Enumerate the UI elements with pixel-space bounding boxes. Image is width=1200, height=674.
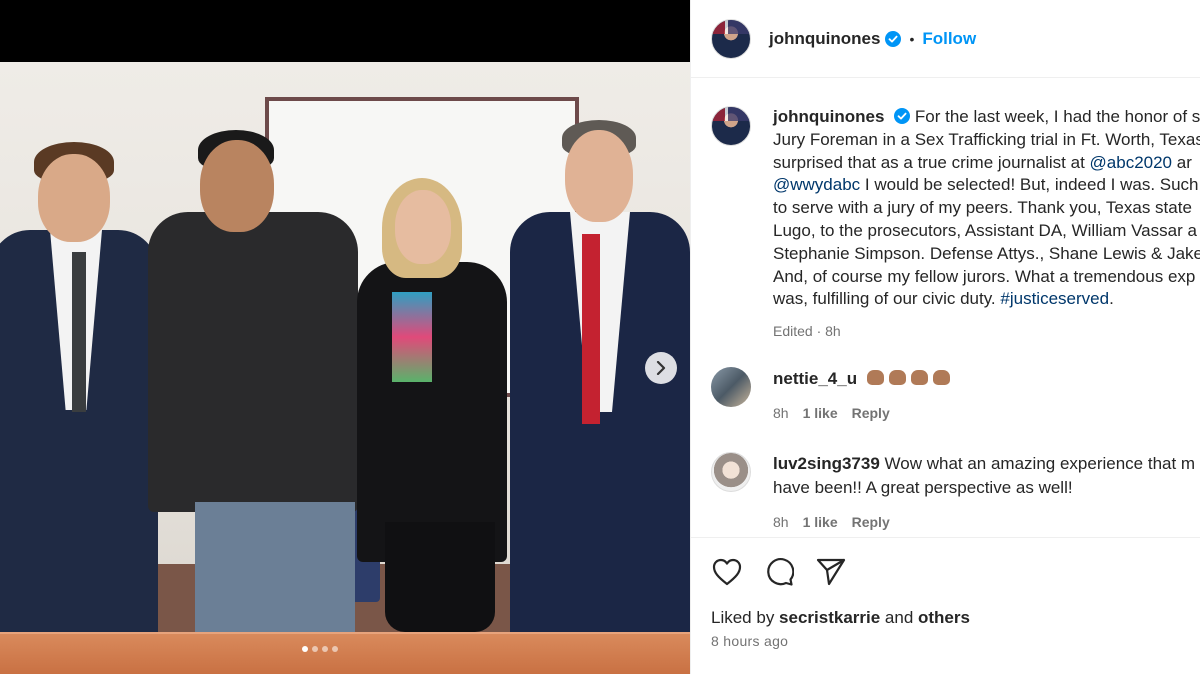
photo-table [0, 632, 690, 674]
author-username[interactable]: johnquinones [769, 29, 880, 49]
post-actions: Liked by secristkarrie and others 8 hour… [691, 537, 1200, 674]
mention-link[interactable]: @wwydabc [773, 175, 860, 194]
carousel-indicators [302, 646, 338, 652]
post-photo [0, 62, 690, 674]
comment-time: 8h [773, 514, 789, 530]
clapping-hands-icon [888, 370, 906, 385]
carousel-dot [322, 646, 328, 652]
post-media[interactable] [0, 0, 690, 674]
caption-line: I would be selected! But, indeed I was. … [864, 175, 1199, 195]
like-button[interactable] [711, 556, 743, 588]
comment-meta: 8h 1 like Reply [773, 401, 950, 425]
clapping-hands-icon [910, 370, 928, 385]
share-icon [816, 558, 846, 586]
mention-link[interactable]: @abc2020 [1090, 153, 1173, 172]
reply-button[interactable]: Reply [852, 401, 890, 425]
liked-by-middle: and [880, 608, 918, 627]
verified-badge-icon [894, 108, 911, 124]
comment-body: luv2sing3739 Wow what an amazing experie… [773, 452, 1195, 534]
comment-likes[interactable]: 1 like [803, 401, 838, 425]
post-timestamp[interactable]: 8 hours ago [711, 633, 788, 649]
media-letterbox [0, 0, 690, 62]
chevron-right-icon [656, 361, 666, 375]
caption-text: johnquinones For the last week, I had th… [773, 106, 1200, 343]
carousel-dot [302, 646, 308, 652]
caption-line: Lugo, to the prosecutors, Assistant DA, … [773, 220, 1197, 240]
comment-item: nettie_4_u 8h 1 like Reply [711, 367, 1200, 425]
commenter-avatar[interactable] [711, 367, 751, 407]
author-avatar[interactable] [711, 18, 751, 59]
caption-fragment: ar [1172, 152, 1192, 172]
liked-by-user[interactable]: secristkarrie [779, 608, 880, 627]
header-separator: • [909, 30, 915, 47]
comment-meta: 8h 1 like Reply [773, 510, 1195, 534]
comment-likes[interactable]: 1 like [803, 510, 838, 534]
heart-icon [712, 558, 742, 586]
commenter-avatar[interactable] [711, 452, 751, 492]
comment-button[interactable] [763, 556, 795, 588]
comment-text: have been!! A great perspective as well! [773, 478, 1073, 497]
caption-line: Jury Foreman in a Sex Trafficking trial … [773, 129, 1200, 149]
post-header: johnquinones • Follow [691, 0, 1200, 78]
comment-time: 8h [773, 405, 789, 421]
commenter-username[interactable]: nettie_4_u [773, 369, 857, 388]
reply-button[interactable]: Reply [852, 510, 890, 534]
caption-edited: Edited · 8h [773, 323, 841, 340]
caption-username[interactable]: johnquinones [773, 107, 884, 126]
carousel-dot [332, 646, 338, 652]
caption-avatar[interactable] [711, 106, 751, 146]
action-icons [711, 556, 847, 588]
share-button[interactable] [815, 556, 847, 588]
caption-line: Stephanie Simpson. Defense Attys., Shane… [773, 243, 1200, 263]
verified-badge-icon [885, 30, 902, 47]
clapping-hands-icon [932, 370, 950, 385]
hashtag-link[interactable]: #justiceserved [1000, 289, 1109, 308]
comment-body: nettie_4_u 8h 1 like Reply [773, 367, 950, 425]
comment-item: luv2sing3739 Wow what an amazing experie… [711, 452, 1200, 534]
caption-line: was, fulfilling of our civic duty. [773, 289, 1001, 309]
comment-text: Wow what an amazing experience that m [884, 454, 1196, 473]
caption-fragment: . [1109, 289, 1114, 309]
comment-icon [767, 558, 794, 586]
clapping-hands-icon [866, 370, 884, 385]
liked-by-prefix: Liked by [711, 608, 780, 627]
caption-line: For the last week, I had the honor of s [914, 107, 1200, 126]
caption-line: to serve with a jury of my peers. Thank … [773, 198, 1192, 218]
liked-by-others[interactable]: others [918, 608, 970, 627]
follow-button[interactable]: Follow [922, 29, 976, 49]
post-caption: johnquinones For the last week, I had th… [711, 106, 1200, 343]
caption-line: And, of course my fellow jurors. What a … [773, 266, 1196, 286]
carousel-next-button[interactable] [645, 352, 677, 384]
carousel-dot [312, 646, 318, 652]
post-panel: johnquinones • Follow johnquinones For t… [690, 0, 1200, 674]
liked-by: Liked by secristkarrie and others [711, 608, 970, 628]
commenter-username[interactable]: luv2sing3739 [773, 454, 880, 473]
caption-line: surprised that as a true crime journalis… [773, 152, 1090, 172]
